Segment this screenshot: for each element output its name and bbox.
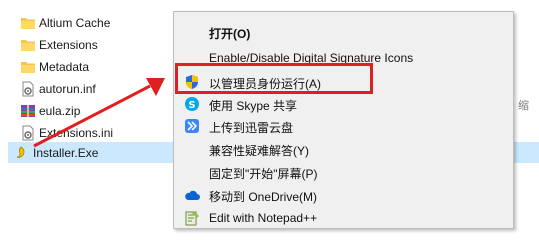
menu-item-label: 移动到 OneDrive(M) <box>209 190 318 204</box>
menu-item-move-to-onedrive[interactable]: 移动到 OneDrive(M) <box>174 184 513 206</box>
xunlei-icon <box>184 118 200 134</box>
context-menu: 打开(O) Enable/Disable Digital Signature I… <box>173 11 514 229</box>
menu-item-label: 固定到"开始"屏幕(P) <box>209 167 318 181</box>
onedrive-icon <box>184 187 200 203</box>
menu-item-label: 打开(O) <box>209 27 251 41</box>
notepadpp-icon <box>184 210 200 226</box>
skype-icon: S <box>184 96 200 112</box>
menu-item-skype-share[interactable]: S 使用 Skype 共享 <box>174 93 513 115</box>
menu-item-label: 上传到迅雷云盘 <box>209 121 294 135</box>
menu-item-label: 兼容性疑难解答(Y) <box>209 144 309 158</box>
menu-item-edit-notepadpp[interactable]: Edit with Notepad++ <box>174 207 513 229</box>
annotation-highlight-box <box>175 63 373 94</box>
svg-text:S: S <box>188 100 195 111</box>
menu-item-open[interactable]: 打开(O) <box>174 21 513 43</box>
menu-item-xunlei-upload[interactable]: 上传到迅雷云盘 <box>174 115 513 137</box>
menu-item-label: 使用 Skype 共享 <box>209 99 298 113</box>
menu-item-pin-to-start[interactable]: 固定到"开始"屏幕(P) <box>174 161 513 183</box>
menu-item-compatibility[interactable]: 兼容性疑难解答(Y) <box>174 138 513 160</box>
menu-item-label: Edit with Notepad++ <box>209 211 318 225</box>
